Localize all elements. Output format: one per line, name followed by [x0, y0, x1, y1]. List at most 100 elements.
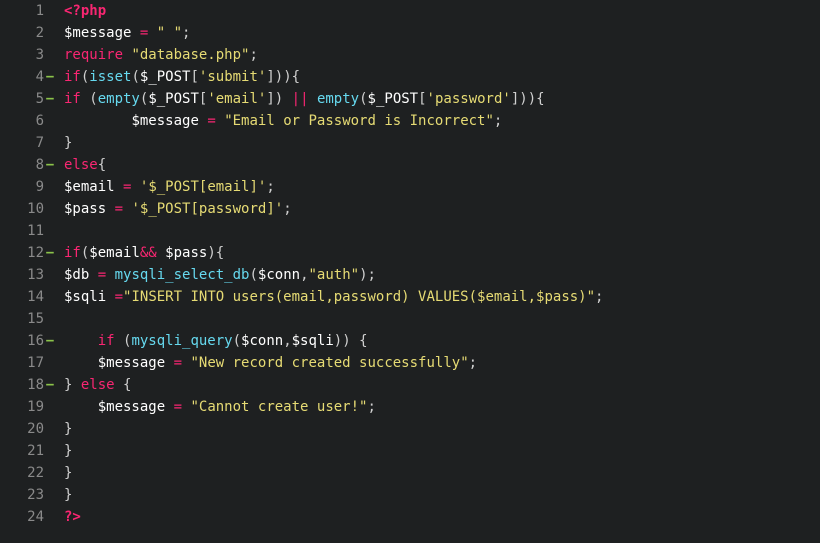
code-line[interactable]: $message = "New record created successfu…: [64, 352, 820, 374]
code-line[interactable]: [64, 308, 820, 330]
code-line[interactable]: $pass = '$_POST[password]';: [64, 198, 820, 220]
line-number: 19: [0, 399, 44, 415]
code-token: ;: [494, 113, 502, 129]
code-line[interactable]: [64, 220, 820, 242]
code-token: $conn: [258, 267, 300, 283]
code-token: {: [98, 157, 106, 173]
code-line[interactable]: }: [64, 484, 820, 506]
code-area[interactable]: <?php$message = " ";require "database.ph…: [56, 0, 820, 543]
line-number: 18: [0, 377, 44, 393]
code-line[interactable]: $db = mysqli_select_db($conn,"auth");: [64, 264, 820, 286]
gutter-line: 1: [0, 0, 56, 22]
code-token: "auth": [309, 267, 360, 283]
line-number: 2: [0, 25, 44, 41]
code-token: [64, 355, 98, 371]
code-line[interactable]: }: [64, 132, 820, 154]
code-token: ;: [469, 355, 477, 371]
code-token: $message: [131, 113, 198, 129]
fold-marker-icon[interactable]: −: [44, 69, 56, 85]
line-number: 16: [0, 333, 44, 349]
fold-marker-icon[interactable]: −: [44, 245, 56, 261]
code-token: [165, 355, 173, 371]
code-token: [216, 113, 224, 129]
code-token: [157, 245, 165, 261]
gutter-line: 21: [0, 440, 56, 462]
code-token: '$_POST[email]': [140, 179, 266, 195]
code-token: $db: [64, 267, 89, 283]
code-token: ;: [367, 399, 375, 415]
code-line[interactable]: if (empty($_POST['email']) || empty($_PO…: [64, 88, 820, 110]
code-token: ]): [266, 91, 291, 107]
line-number: 5: [0, 91, 44, 107]
code-editor[interactable]: 1234−5−678−9101112−13141516−1718−1920212…: [0, 0, 820, 543]
code-token: ){: [207, 245, 224, 261]
line-number: 1: [0, 3, 44, 19]
code-token: "database.php": [131, 47, 249, 63]
gutter-line: 17: [0, 352, 56, 374]
code-line[interactable]: ?>: [64, 506, 820, 528]
code-token: ,: [300, 267, 308, 283]
code-token: empty: [98, 91, 140, 107]
line-number: 11: [0, 223, 44, 239]
gutter-line: 3: [0, 44, 56, 66]
code-token: $message: [64, 25, 131, 41]
line-number: 22: [0, 465, 44, 481]
code-line[interactable]: require "database.php";: [64, 44, 820, 66]
code-token: <?php: [64, 3, 106, 19]
code-token: =: [207, 113, 215, 129]
code-token: isset: [89, 69, 131, 85]
fold-marker-icon[interactable]: −: [44, 157, 56, 173]
gutter-line: 23: [0, 484, 56, 506]
code-token: [106, 201, 114, 217]
code-line[interactable]: $message = " ";: [64, 22, 820, 44]
code-token: $_POST: [368, 91, 419, 107]
code-token: &&: [140, 245, 157, 261]
code-line[interactable]: } else {: [64, 374, 820, 396]
code-token: ;: [283, 201, 291, 217]
gutter-line: 12−: [0, 242, 56, 264]
code-line[interactable]: }: [64, 440, 820, 462]
code-line[interactable]: if (mysqli_query($conn,$sqli)) {: [64, 330, 820, 352]
code-line[interactable]: $sqli ="INSERT INTO users(email,password…: [64, 286, 820, 308]
fold-marker-icon[interactable]: −: [44, 377, 56, 393]
line-number: 14: [0, 289, 44, 305]
code-token: ||: [292, 91, 309, 107]
gutter-line: 14: [0, 286, 56, 308]
gutter-line: 9: [0, 176, 56, 198]
code-token: ;: [595, 289, 603, 305]
fold-marker-icon[interactable]: −: [44, 333, 56, 349]
code-line[interactable]: <?php: [64, 0, 820, 22]
line-number: 3: [0, 47, 44, 63]
line-number: 17: [0, 355, 44, 371]
code-token: $sqli: [292, 333, 334, 349]
code-token: if: [98, 333, 115, 349]
fold-marker-icon[interactable]: −: [44, 91, 56, 107]
code-token: =: [98, 267, 106, 283]
code-token: " ": [157, 25, 182, 41]
line-number: 20: [0, 421, 44, 437]
code-line[interactable]: $email = '$_POST[email]';: [64, 176, 820, 198]
code-line[interactable]: if(isset($_POST['submit'])){: [64, 66, 820, 88]
code-line[interactable]: if($email&& $pass){: [64, 242, 820, 264]
code-token: }: [64, 443, 72, 459]
code-line[interactable]: }: [64, 418, 820, 440]
line-number: 12: [0, 245, 44, 261]
code-token: [131, 25, 139, 41]
code-token: $message: [98, 399, 165, 415]
code-token: empty: [317, 91, 359, 107]
code-token: [115, 377, 123, 393]
line-number: 7: [0, 135, 44, 151]
code-token: [64, 399, 98, 415]
code-token: =: [115, 289, 123, 305]
code-line[interactable]: $message = "Email or Password is Incorre…: [64, 110, 820, 132]
code-line[interactable]: }: [64, 462, 820, 484]
line-number: 13: [0, 267, 44, 283]
code-line[interactable]: else{: [64, 154, 820, 176]
code-line[interactable]: $message = "Cannot create user!";: [64, 396, 820, 418]
code-token: if: [64, 69, 81, 85]
code-token: }: [64, 421, 72, 437]
code-token: [106, 289, 114, 305]
code-token: mysqli_select_db: [115, 267, 250, 283]
code-token: [165, 399, 173, 415]
gutter-line: 8−: [0, 154, 56, 176]
